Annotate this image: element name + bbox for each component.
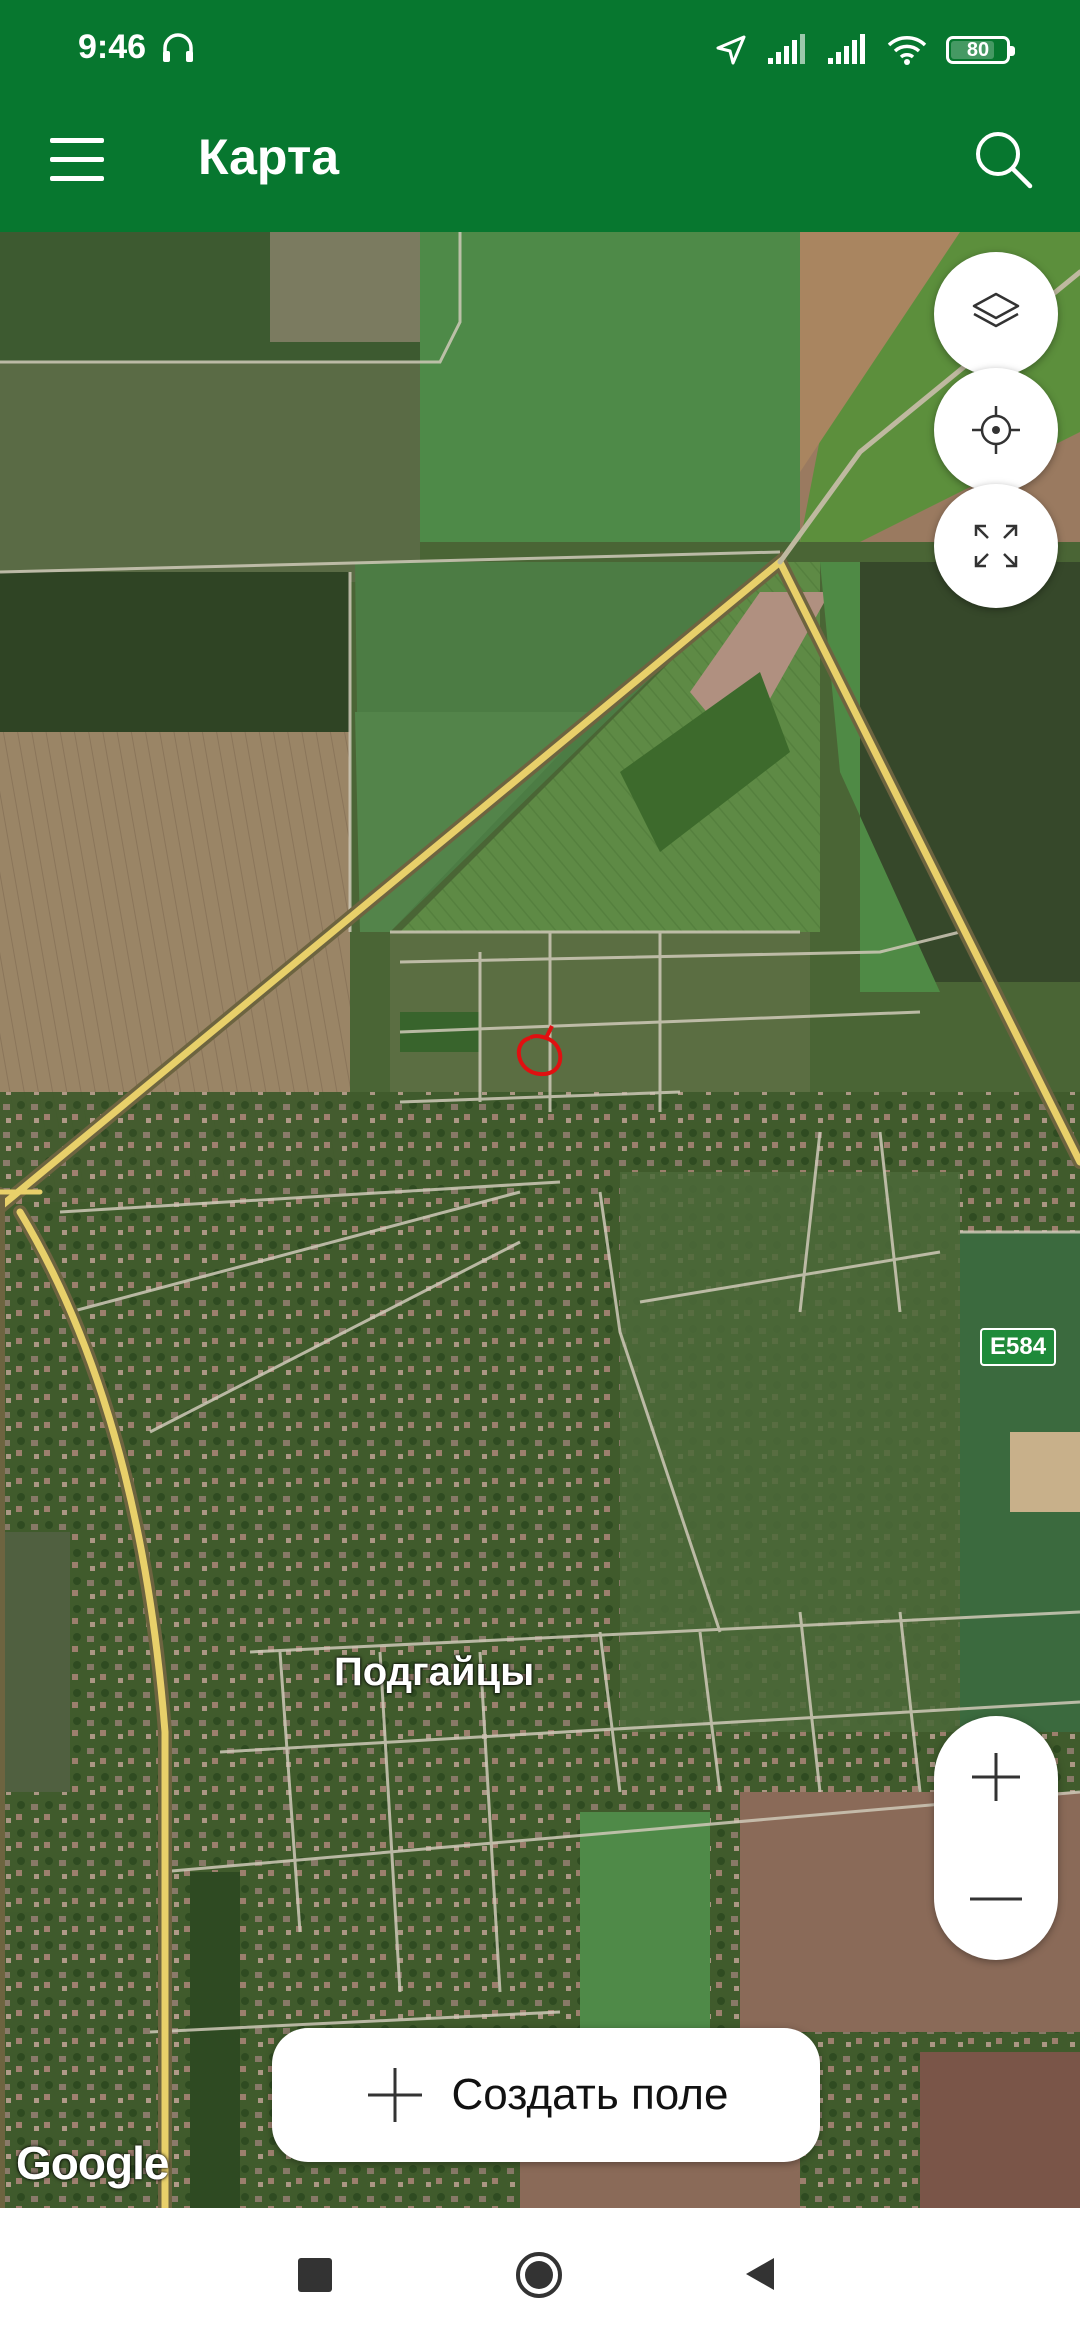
headphones-icon (163, 33, 193, 62)
fullscreen-button[interactable] (934, 484, 1058, 608)
zoom-in-icon (972, 1753, 1020, 1801)
status-time: 9:46 (78, 28, 147, 66)
place-label: Подгайцы (334, 1650, 535, 1694)
create-field-label: Создать поле (451, 2070, 729, 2119)
battery-percent: 80 (966, 38, 990, 61)
status-bar: 9:46 80 (0, 0, 1080, 100)
search-icon[interactable] (968, 124, 1040, 196)
satellite-map[interactable]: Подгайцы E584 (0, 232, 1080, 2208)
zoom-control (934, 1716, 1058, 1960)
zoom-out-button[interactable] (934, 1838, 1058, 1960)
plus-icon (367, 2068, 422, 2122)
menu-button[interactable] (48, 130, 108, 190)
wifi-icon (887, 36, 927, 65)
map-imagery (0, 232, 1080, 2208)
field (420, 232, 800, 542)
my-location-button[interactable] (934, 368, 1058, 492)
menu-icon (50, 138, 104, 143)
tree-line (190, 1872, 240, 2208)
signal-icon (768, 34, 805, 64)
location-arrow-icon (716, 35, 746, 65)
menu-icon-line (50, 176, 104, 181)
home-icon[interactable] (514, 2250, 564, 2300)
road-badge: E584 (980, 1328, 1057, 1366)
zoom-out-icon (970, 1897, 1022, 1901)
status-icons: 80 (714, 30, 1015, 70)
my-location-icon (972, 406, 1020, 454)
field (1010, 1432, 1080, 1512)
menu-icon-line (50, 157, 104, 162)
field (0, 362, 420, 582)
app-bar: Карта (0, 100, 1080, 232)
fullscreen-icon (974, 524, 1018, 568)
recent-apps-icon[interactable] (298, 2258, 332, 2292)
field-shadow (0, 572, 350, 732)
zoom-in-button[interactable] (934, 1716, 1058, 1838)
signal-icon (828, 34, 865, 64)
create-field-button[interactable]: Создать поле (272, 2028, 820, 2162)
battery-icon: 80 (946, 36, 1015, 64)
system-navigation-bar (0, 2208, 1080, 2340)
page-title: Карта (198, 129, 340, 185)
layers-icon (972, 292, 1020, 328)
google-attribution: Google (16, 2137, 169, 2189)
back-icon[interactable] (742, 2254, 778, 2294)
field (920, 2052, 1080, 2208)
layers-button[interactable] (934, 252, 1058, 376)
field (0, 1532, 70, 1792)
